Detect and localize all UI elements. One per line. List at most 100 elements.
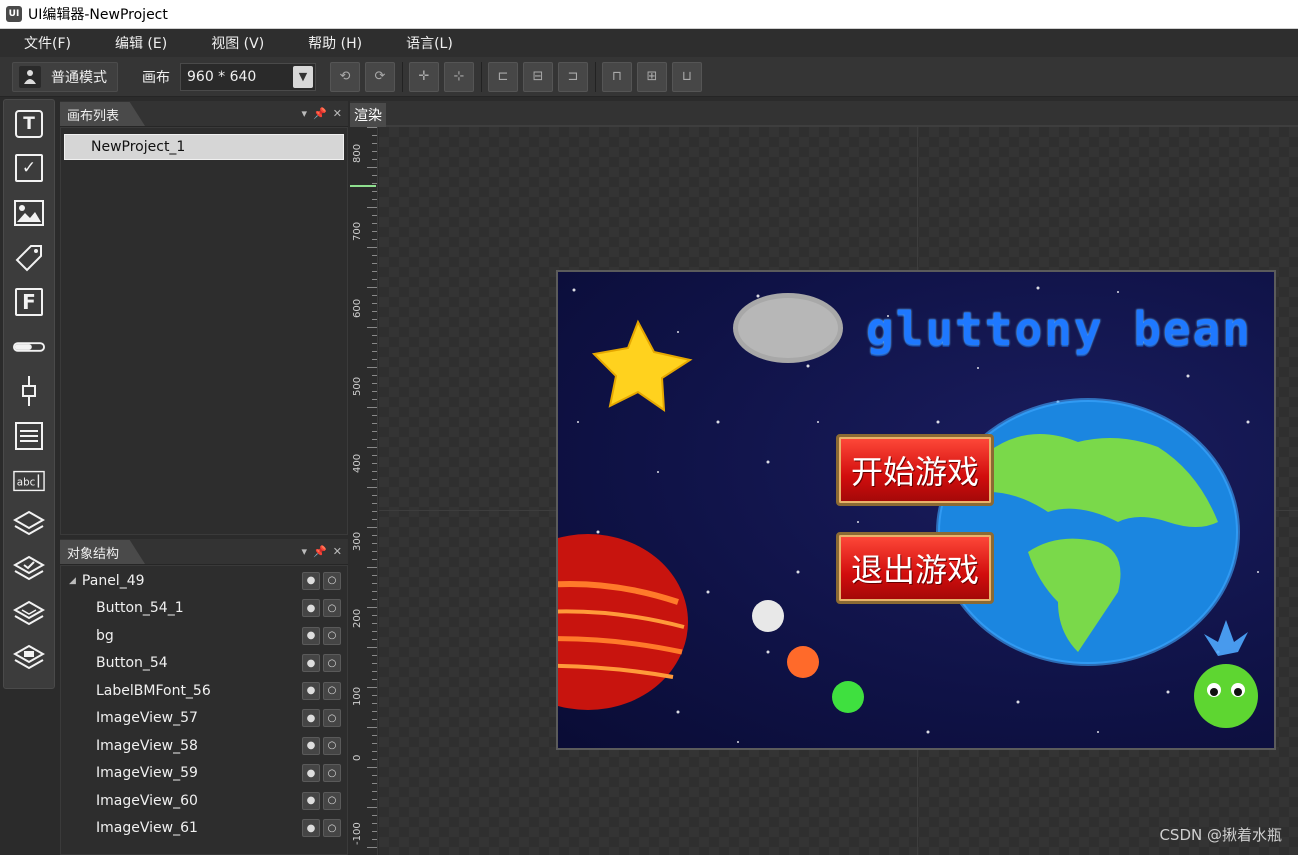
tree-row-label: ImageView_60 [96,792,198,809]
textfield-tool-icon[interactable]: abc [13,465,45,497]
ruler-tick [372,231,377,232]
tree-row[interactable]: ImageView_57 ● ○ [61,705,347,733]
listview-tool-icon[interactable] [13,420,45,452]
menu-help[interactable]: 帮助 (H) [286,33,384,53]
lock-toggle-icon[interactable]: ○ [323,626,341,645]
checkbox-tool-icon[interactable]: ✓ [13,153,45,185]
canvas-list-title[interactable]: 画布列表 [60,102,146,126]
dropdown-icon[interactable]: ▾ [302,545,308,558]
game-canvas[interactable]: gluttony bean 开始游戏 退出游戏 [556,270,1276,750]
rotate-right-icon[interactable]: ⟳ [365,61,395,92]
lock-toggle-icon[interactable]: ○ [323,681,341,700]
layer-tool-icon[interactable] [13,509,45,541]
lock-toggle-icon[interactable]: ○ [323,819,341,838]
tree-row[interactable]: ImageView_61 ● ○ [61,815,347,843]
layer-edit-tool-icon[interactable] [13,643,45,675]
tree-row-root[interactable]: ◢ Panel_49 ● ○ [61,567,347,595]
close-icon[interactable]: ✕ [333,545,342,558]
tree-row[interactable]: Button_54 ● ○ [61,650,347,678]
eye-icon[interactable]: ● [302,791,320,810]
ruler-tick [372,631,377,632]
layer-stack-tool-icon[interactable] [13,599,45,631]
lock-toggle-icon[interactable]: ○ [323,599,341,618]
lock-toggle-icon[interactable]: ○ [323,709,341,728]
slider-tool-icon[interactable] [13,376,45,408]
ruler-tick [372,175,377,176]
ruler-tick [372,815,377,816]
tree-row[interactable]: ImageView_58 ● ○ [61,732,347,760]
eye-icon[interactable]: ● [302,819,320,838]
tab-render[interactable]: 渲染 [350,103,386,127]
ruler-tick [372,319,377,320]
tag-tool-icon[interactable] [13,242,45,274]
align-bottom-icon[interactable]: ⊔ [672,61,702,92]
eye-icon[interactable]: ● [302,571,320,590]
eye-icon[interactable]: ● [302,599,320,618]
ruler-tick [372,615,377,616]
align-middle-v-icon[interactable]: ⊞ [637,61,667,92]
tree-row[interactable]: LabelBMFont_56 ● ○ [61,677,347,705]
render-viewport[interactable]: gluttony bean 开始游戏 退出游戏 CSDN @揪着水瓶 [379,127,1298,855]
tree-row[interactable]: Button_54_1 ● ○ [61,595,347,623]
ruler-tick [372,759,377,760]
ruler-tick [372,431,377,432]
close-icon[interactable]: ✕ [333,107,342,120]
chevron-down-icon[interactable]: ▼ [293,65,313,88]
ruler-tick [372,791,377,792]
canvas-size-select[interactable]: 960 * 640 ▼ [180,62,316,91]
lock-toggle-icon[interactable]: ○ [323,764,341,783]
lock-toggle-icon[interactable]: ○ [323,571,341,590]
eye-icon[interactable]: ● [302,626,320,645]
dropdown-icon[interactable]: ▾ [302,107,308,120]
lock-toggle-icon[interactable]: ○ [323,791,341,810]
image-tool-icon[interactable] [13,197,45,229]
ruler-tick [367,127,377,128]
ruler-tick [367,247,377,248]
loadingbar-tool-icon[interactable] [13,331,45,363]
pin-icon[interactable]: 📌 [313,545,327,558]
text-tool-icon[interactable]: T [13,108,45,140]
ruler-tick [372,511,377,512]
lock-toggle-icon[interactable]: ○ [323,654,341,673]
align-right-icon[interactable]: ⊐ [558,61,588,92]
ruler-tick [372,343,377,344]
ruler-tick [367,367,377,368]
lock-toggle-icon[interactable]: ○ [323,736,341,755]
canvas-list-item[interactable]: NewProject_1 [64,134,344,160]
normal-mode-button[interactable]: 普通模式 [12,61,118,92]
tree-row[interactable]: ImageView_60 ● ○ [61,787,347,815]
app-icon: UI [6,6,22,22]
layer-check-tool-icon[interactable] [13,554,45,586]
expand-triangle-icon[interactable]: ◢ [69,576,76,586]
tree-row[interactable]: ImageView_59 ● ○ [61,760,347,788]
eye-icon[interactable]: ● [302,654,320,673]
align-left-icon[interactable]: ⊏ [488,61,518,92]
object-tree: ◢ Panel_49 ● ○ Button_54_1 ● ○ bg ● ○ Button… [60,565,348,855]
menu-file[interactable]: 文件(F) [0,33,93,53]
toolbar: 普通模式 画布 960 * 640 ▼ ⟲ ⟳ ✛ ⊹ ⊏ ⊟ ⊐ ⊓ ⊞ ⊔ [0,57,1298,97]
object-structure-title[interactable]: 对象结构 [60,540,146,564]
exit-game-button[interactable]: 退出游戏 [836,532,994,604]
ruler-label: 400 [352,453,363,473]
ruler-tick [372,535,377,536]
labelbmfont-tool-icon[interactable]: F [13,286,45,318]
align-center-h-icon[interactable]: ⊟ [523,61,553,92]
eye-icon[interactable]: ● [302,736,320,755]
align-top-icon[interactable]: ⊓ [602,61,632,92]
menu-language[interactable]: 语言(L) [384,33,475,53]
menu-view[interactable]: 视图 (V) [189,33,286,53]
pin-icon[interactable]: 📌 [313,107,327,120]
ruler-tick [372,735,377,736]
eye-icon[interactable]: ● [302,681,320,700]
ruler-tick [372,295,377,296]
center-point-icon[interactable]: ⊹ [444,61,474,92]
canvas-size-value: 960 * 640 [187,68,257,85]
menu-edit[interactable]: 编辑 (E) [93,33,189,53]
anchor-icon[interactable]: ✛ [409,61,439,92]
eye-icon[interactable]: ● [302,709,320,728]
tree-row[interactable]: bg ● ○ [61,622,347,650]
eye-icon[interactable]: ● [302,764,320,783]
start-game-button[interactable]: 开始游戏 [836,434,994,506]
ruler-tick [372,455,377,456]
rotate-left-icon[interactable]: ⟲ [330,61,360,92]
